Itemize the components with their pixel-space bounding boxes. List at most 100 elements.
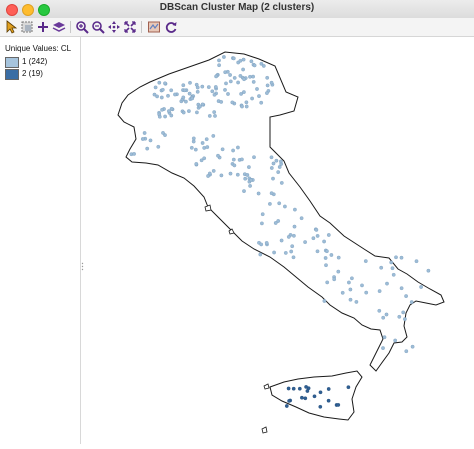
map-point [271, 176, 275, 181]
map-point [242, 189, 246, 193]
map-point [211, 134, 216, 138]
map-point [300, 395, 304, 400]
map-point [297, 386, 302, 391]
map-point [269, 80, 274, 85]
map-point [287, 399, 291, 403]
map-point [219, 100, 224, 104]
map-point [303, 240, 307, 244]
map-point [304, 385, 308, 389]
map-point [399, 255, 404, 260]
map-point [260, 212, 265, 217]
map-point [250, 96, 254, 101]
refresh-icon[interactable] [163, 19, 179, 35]
zoom-in-icon[interactable] [74, 19, 90, 35]
map-point [404, 294, 408, 298]
map-point [242, 90, 246, 94]
layers-icon[interactable] [51, 19, 67, 35]
rectangle-select-icon[interactable] [19, 19, 35, 35]
map-point [195, 110, 199, 115]
map-point [348, 287, 353, 292]
map-point [419, 285, 423, 289]
map-point [315, 234, 320, 238]
italy-outline [117, 51, 445, 372]
toolbar-separator [141, 21, 142, 33]
map-point [182, 88, 187, 93]
map-point [291, 386, 296, 391]
legend-panel: Unique Values: CL 1 (242) 2 (19) [0, 37, 81, 444]
map-point [184, 99, 188, 104]
map-point [249, 59, 254, 64]
map-point [187, 109, 191, 113]
map-point [161, 131, 165, 135]
map-point [248, 74, 252, 79]
island-outline [204, 204, 212, 212]
map-point [252, 63, 257, 68]
map-point [190, 96, 195, 101]
map-point [260, 221, 264, 226]
map-point [426, 268, 431, 273]
map-point [329, 253, 334, 257]
map-point [410, 344, 415, 349]
full-extent-icon[interactable] [122, 19, 138, 35]
map-point [286, 386, 291, 391]
map-point [236, 80, 240, 85]
island-outline [261, 426, 268, 434]
map-point [173, 92, 177, 97]
map-point [220, 147, 225, 152]
toolbar-separator [70, 21, 71, 33]
map-point [243, 176, 248, 181]
pan-icon[interactable] [106, 19, 122, 35]
map-point [238, 58, 243, 63]
map-point [223, 70, 228, 75]
map-point [167, 109, 171, 113]
title-bar[interactable]: DBScan Cluster Map (2 clusters) [0, 0, 474, 19]
basemap-icon[interactable] [146, 19, 162, 35]
map-point [157, 114, 162, 119]
map-point [244, 104, 249, 109]
map-point [248, 184, 252, 188]
map-point [140, 137, 145, 141]
map-point [261, 64, 266, 68]
map-point [217, 63, 221, 68]
map-point [223, 88, 227, 92]
map-point [148, 138, 153, 143]
map-point [205, 145, 210, 149]
map-point [145, 146, 150, 151]
add-layer-icon[interactable] [35, 19, 51, 35]
map-point [212, 110, 217, 114]
map-point [336, 269, 341, 274]
map-point [204, 137, 209, 142]
map-point [259, 100, 264, 105]
map-point [248, 178, 253, 182]
map-point [391, 272, 396, 277]
map-canvas[interactable] [84, 37, 474, 444]
map-point [240, 104, 244, 109]
map-point [231, 56, 236, 61]
map-point [241, 67, 245, 72]
map-point [279, 159, 283, 164]
map-point [191, 139, 196, 144]
map-point [292, 224, 297, 229]
map-point [390, 266, 395, 271]
zoom-out-icon[interactable] [90, 19, 106, 35]
map-point [360, 283, 364, 288]
map-point [273, 221, 278, 225]
map-point [394, 255, 398, 260]
select-tool-icon[interactable] [3, 19, 19, 35]
map-point [153, 85, 158, 90]
map-point [379, 265, 384, 270]
map-point [340, 290, 345, 295]
map-point [269, 155, 274, 160]
map-point [247, 165, 251, 169]
map-point [414, 259, 419, 264]
window-title: DBScan Cluster Map (2 clusters) [159, 2, 315, 13]
map-point [350, 276, 354, 281]
map-point [389, 260, 394, 265]
map-point [314, 228, 319, 232]
map-point [244, 100, 249, 105]
map-point [404, 349, 409, 354]
toolbar [0, 18, 474, 37]
map-point [325, 280, 330, 285]
map-point [276, 170, 281, 174]
map-point [354, 300, 359, 304]
